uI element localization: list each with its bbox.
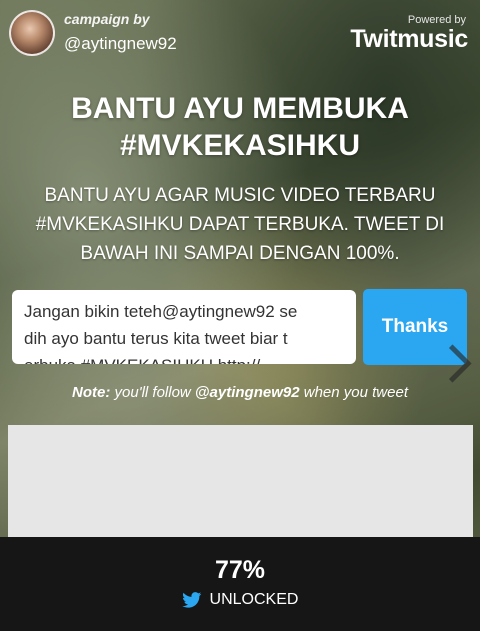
campaign-handle[interactable]: @aytingnew92 [64,34,177,54]
tweet-line1: Jangan bikin teteh@aytingnew92 se [24,302,298,321]
description-line2: #MVKEKASIHKU DAPAT TERBUKA. TWEET DI [35,214,445,235]
campaign-by-label: campaign by [64,11,150,27]
campaign-title-line2: #MVKEKASIHKU [119,129,361,162]
campaign-title-line1: BANTU AYU MEMBUKA [71,92,409,125]
unlocked-label: UNLOCKED [209,591,299,608]
unlock-status: UNLOCKED [0,591,480,609]
campaign-description: BANTU AYU AGAR MUSIC VIDEO TERBARU #MVKE… [20,181,460,268]
note-label: Note: [72,384,111,401]
note-text-after: when you tweet [303,384,408,401]
twitter-bird-icon [181,592,201,608]
brand-logo[interactable]: Twitmusic [350,25,468,54]
note-text-before: you'll follow [114,384,191,401]
description-line3: BAWAH INI SAMPAI DENGAN 100%. [80,243,400,264]
avatar[interactable] [9,10,55,56]
campaign-title: BANTU AYU MEMBUKA #MVKEKASIHKU [0,90,480,164]
follow-note: Note: you'll follow @aytingnew92 when yo… [0,384,480,401]
description-line1: BANTU AYU AGAR MUSIC VIDEO TERBARU [44,185,436,206]
tweet-text-box[interactable]: Jangan bikin teteh@aytingnew92 se dih ay… [12,290,356,364]
tweet-line3: erbuka #MVKEKASIHKU http:// [24,352,346,364]
note-handle[interactable]: @aytingnew92 [195,384,300,401]
progress-percent: 77% [214,556,266,584]
media-panel [8,425,473,540]
tweet-line2: dih ayo bantu terus kita tweet biar t [24,329,288,348]
top-bar: campaign by @aytingnew92 Powered by Twit… [0,0,480,66]
